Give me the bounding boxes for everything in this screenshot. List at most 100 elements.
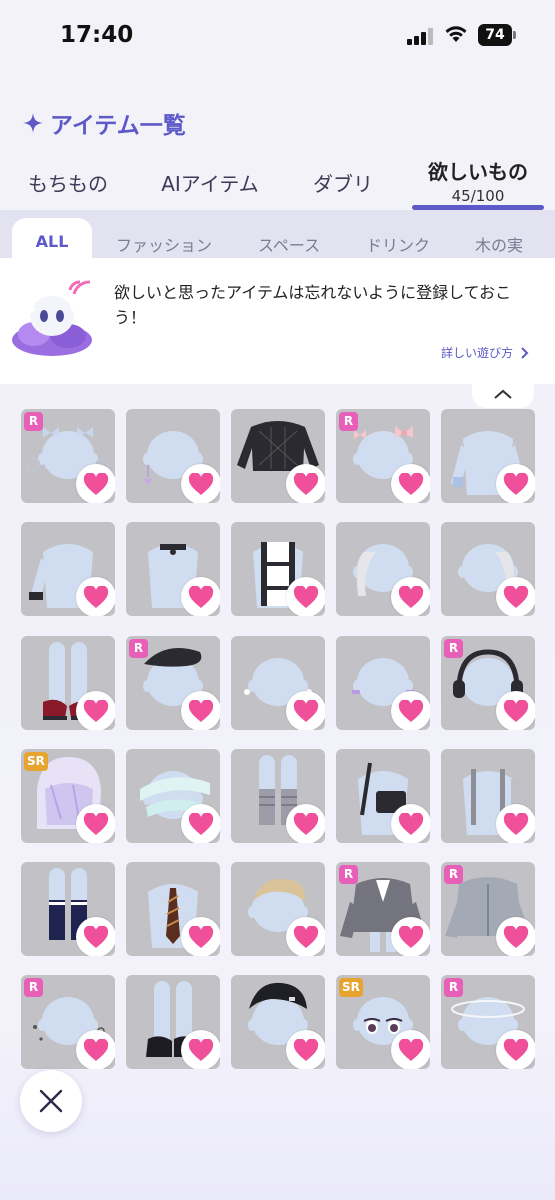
item-card-silver-hair-right[interactable]: [441, 522, 535, 616]
heart-icon: [503, 585, 529, 608]
heart-icon: [293, 812, 319, 835]
chevron-right-icon: [521, 346, 529, 359]
wishlist-heart-button[interactable]: [286, 804, 325, 843]
close-button[interactable]: [20, 1070, 82, 1132]
main-tabs: もちもの AIアイテム ダブリ 欲しいもの 45/100: [0, 150, 555, 212]
wishlist-heart-button[interactable]: [181, 577, 220, 616]
tab-wishlist[interactable]: 欲しいもの 45/100: [412, 150, 544, 212]
item-card-blue-sleeve[interactable]: [441, 409, 535, 503]
heart-icon: [398, 1038, 424, 1061]
item-card-black-beret[interactable]: R: [126, 636, 220, 730]
heart-icon: [503, 1038, 529, 1061]
wishlist-heart-button[interactable]: [286, 577, 325, 616]
wishlist-heart-button[interactable]: [391, 464, 430, 503]
item-card-blonde-bangs[interactable]: [231, 862, 325, 956]
item-card-red-shoes[interactable]: [21, 636, 115, 730]
heart-icon: [188, 585, 214, 608]
wishlist-heart-button[interactable]: [286, 917, 325, 956]
wishlist-heart-button[interactable]: [181, 691, 220, 730]
item-card-halo[interactable]: R: [441, 975, 535, 1069]
wishlist-heart-button[interactable]: [391, 804, 430, 843]
wishlist-heart-button[interactable]: [76, 917, 115, 956]
wishlist-count: 45/100: [451, 187, 505, 205]
heart-icon: [293, 472, 319, 495]
item-card-gray-hoodie[interactable]: R: [441, 862, 535, 956]
item-card-piercings[interactable]: R: [21, 975, 115, 1069]
page-title: アイテム一覧: [50, 113, 186, 139]
heart-icon: [188, 699, 214, 722]
how-to-play-link[interactable]: 詳しい遊び方: [441, 344, 529, 361]
item-card-pink-bows[interactable]: R: [336, 409, 430, 503]
status-bar: 17:40 74: [0, 0, 555, 72]
heart-icon: [293, 699, 319, 722]
item-card-gray-socks[interactable]: [231, 749, 325, 843]
wishlist-heart-button[interactable]: [391, 1030, 430, 1069]
heart-icon: [398, 472, 424, 495]
wishlist-heart-button[interactable]: [496, 577, 535, 616]
heart-icon: [188, 925, 214, 948]
item-card-eyes[interactable]: SR: [336, 975, 430, 1069]
wishlist-heart-button[interactable]: [391, 917, 430, 956]
chevron-up-icon: [494, 389, 512, 399]
item-card-glasses-light[interactable]: [231, 636, 325, 730]
rarity-badge: R: [339, 412, 358, 431]
status-time: 17:40: [60, 22, 134, 48]
heart-icon: [293, 1038, 319, 1061]
item-card-blush[interactable]: [336, 636, 430, 730]
wishlist-heart-button[interactable]: [76, 1030, 115, 1069]
item-card-choker[interactable]: [126, 522, 220, 616]
item-card-cuff-bracelet[interactable]: [21, 522, 115, 616]
item-card-shoulder-bag[interactable]: [336, 749, 430, 843]
sparkle-icon: [23, 113, 43, 133]
wishlist-heart-button[interactable]: [286, 464, 325, 503]
banner-text: 欲しいと思ったアイテムは忘れないように登録しておこう！: [114, 283, 512, 327]
item-card-earring[interactable]: [126, 409, 220, 503]
collapse-button[interactable]: [472, 380, 534, 408]
rarity-badge: SR: [339, 978, 363, 997]
heart-icon: [503, 925, 529, 948]
tab-ai-items[interactable]: AIアイテム: [150, 150, 270, 212]
item-card-headphones[interactable]: R: [441, 636, 535, 730]
rarity-badge: R: [129, 639, 148, 658]
item-card-tank-top[interactable]: [231, 522, 325, 616]
wishlist-heart-button[interactable]: [181, 464, 220, 503]
wishlist-heart-button[interactable]: [391, 691, 430, 730]
tab-duplicates[interactable]: ダブリ: [305, 150, 381, 212]
wishlist-heart-button[interactable]: [76, 577, 115, 616]
category-nuts[interactable]: 木の実: [475, 232, 523, 256]
category-space[interactable]: スペース: [258, 232, 320, 256]
category-drink[interactable]: ドリンク: [366, 232, 430, 256]
heart-icon: [398, 585, 424, 608]
item-card-navy-socks[interactable]: [21, 862, 115, 956]
item-card-black-mary-janes[interactable]: [126, 975, 220, 1069]
wishlist-heart-button[interactable]: [496, 804, 535, 843]
wishlist-heart-button[interactable]: [181, 917, 220, 956]
item-card-black-lace-top[interactable]: [231, 409, 325, 503]
wishlist-heart-button[interactable]: [76, 464, 115, 503]
item-card-striped-tie[interactable]: [126, 862, 220, 956]
wishlist-heart-button[interactable]: [496, 691, 535, 730]
wishlist-heart-button[interactable]: [76, 691, 115, 730]
wishlist-heart-button[interactable]: [76, 804, 115, 843]
item-card-gray-jacket[interactable]: R: [336, 862, 430, 956]
wishlist-heart-button[interactable]: [391, 577, 430, 616]
wishlist-heart-button[interactable]: [181, 804, 220, 843]
info-banner: 欲しいと思ったアイテムは忘れないように登録しておこう！ 詳しい遊び方: [0, 258, 555, 384]
item-card-black-cap[interactable]: [231, 975, 325, 1069]
item-card-lavender-hair[interactable]: SR: [21, 749, 115, 843]
item-card-silver-hair-left[interactable]: [336, 522, 430, 616]
tab-label: 欲しいもの: [428, 160, 528, 184]
wishlist-heart-button[interactable]: [286, 1030, 325, 1069]
category-fashion[interactable]: ファッション: [116, 232, 212, 256]
item-card-backpack-straps[interactable]: [441, 749, 535, 843]
wishlist-heart-button[interactable]: [286, 691, 325, 730]
category-bar: ALL ファッション スペース ドリンク 木の実: [0, 210, 555, 268]
tab-belongings[interactable]: もちもの: [22, 150, 114, 212]
wishlist-heart-button[interactable]: [181, 1030, 220, 1069]
wishlist-heart-button[interactable]: [496, 1030, 535, 1069]
rarity-badge: SR: [24, 752, 48, 771]
wishlist-heart-button[interactable]: [496, 917, 535, 956]
item-card-hair-bows[interactable]: R: [21, 409, 115, 503]
item-card-bandage-wrap[interactable]: [126, 749, 220, 843]
wishlist-heart-button[interactable]: [496, 464, 535, 503]
